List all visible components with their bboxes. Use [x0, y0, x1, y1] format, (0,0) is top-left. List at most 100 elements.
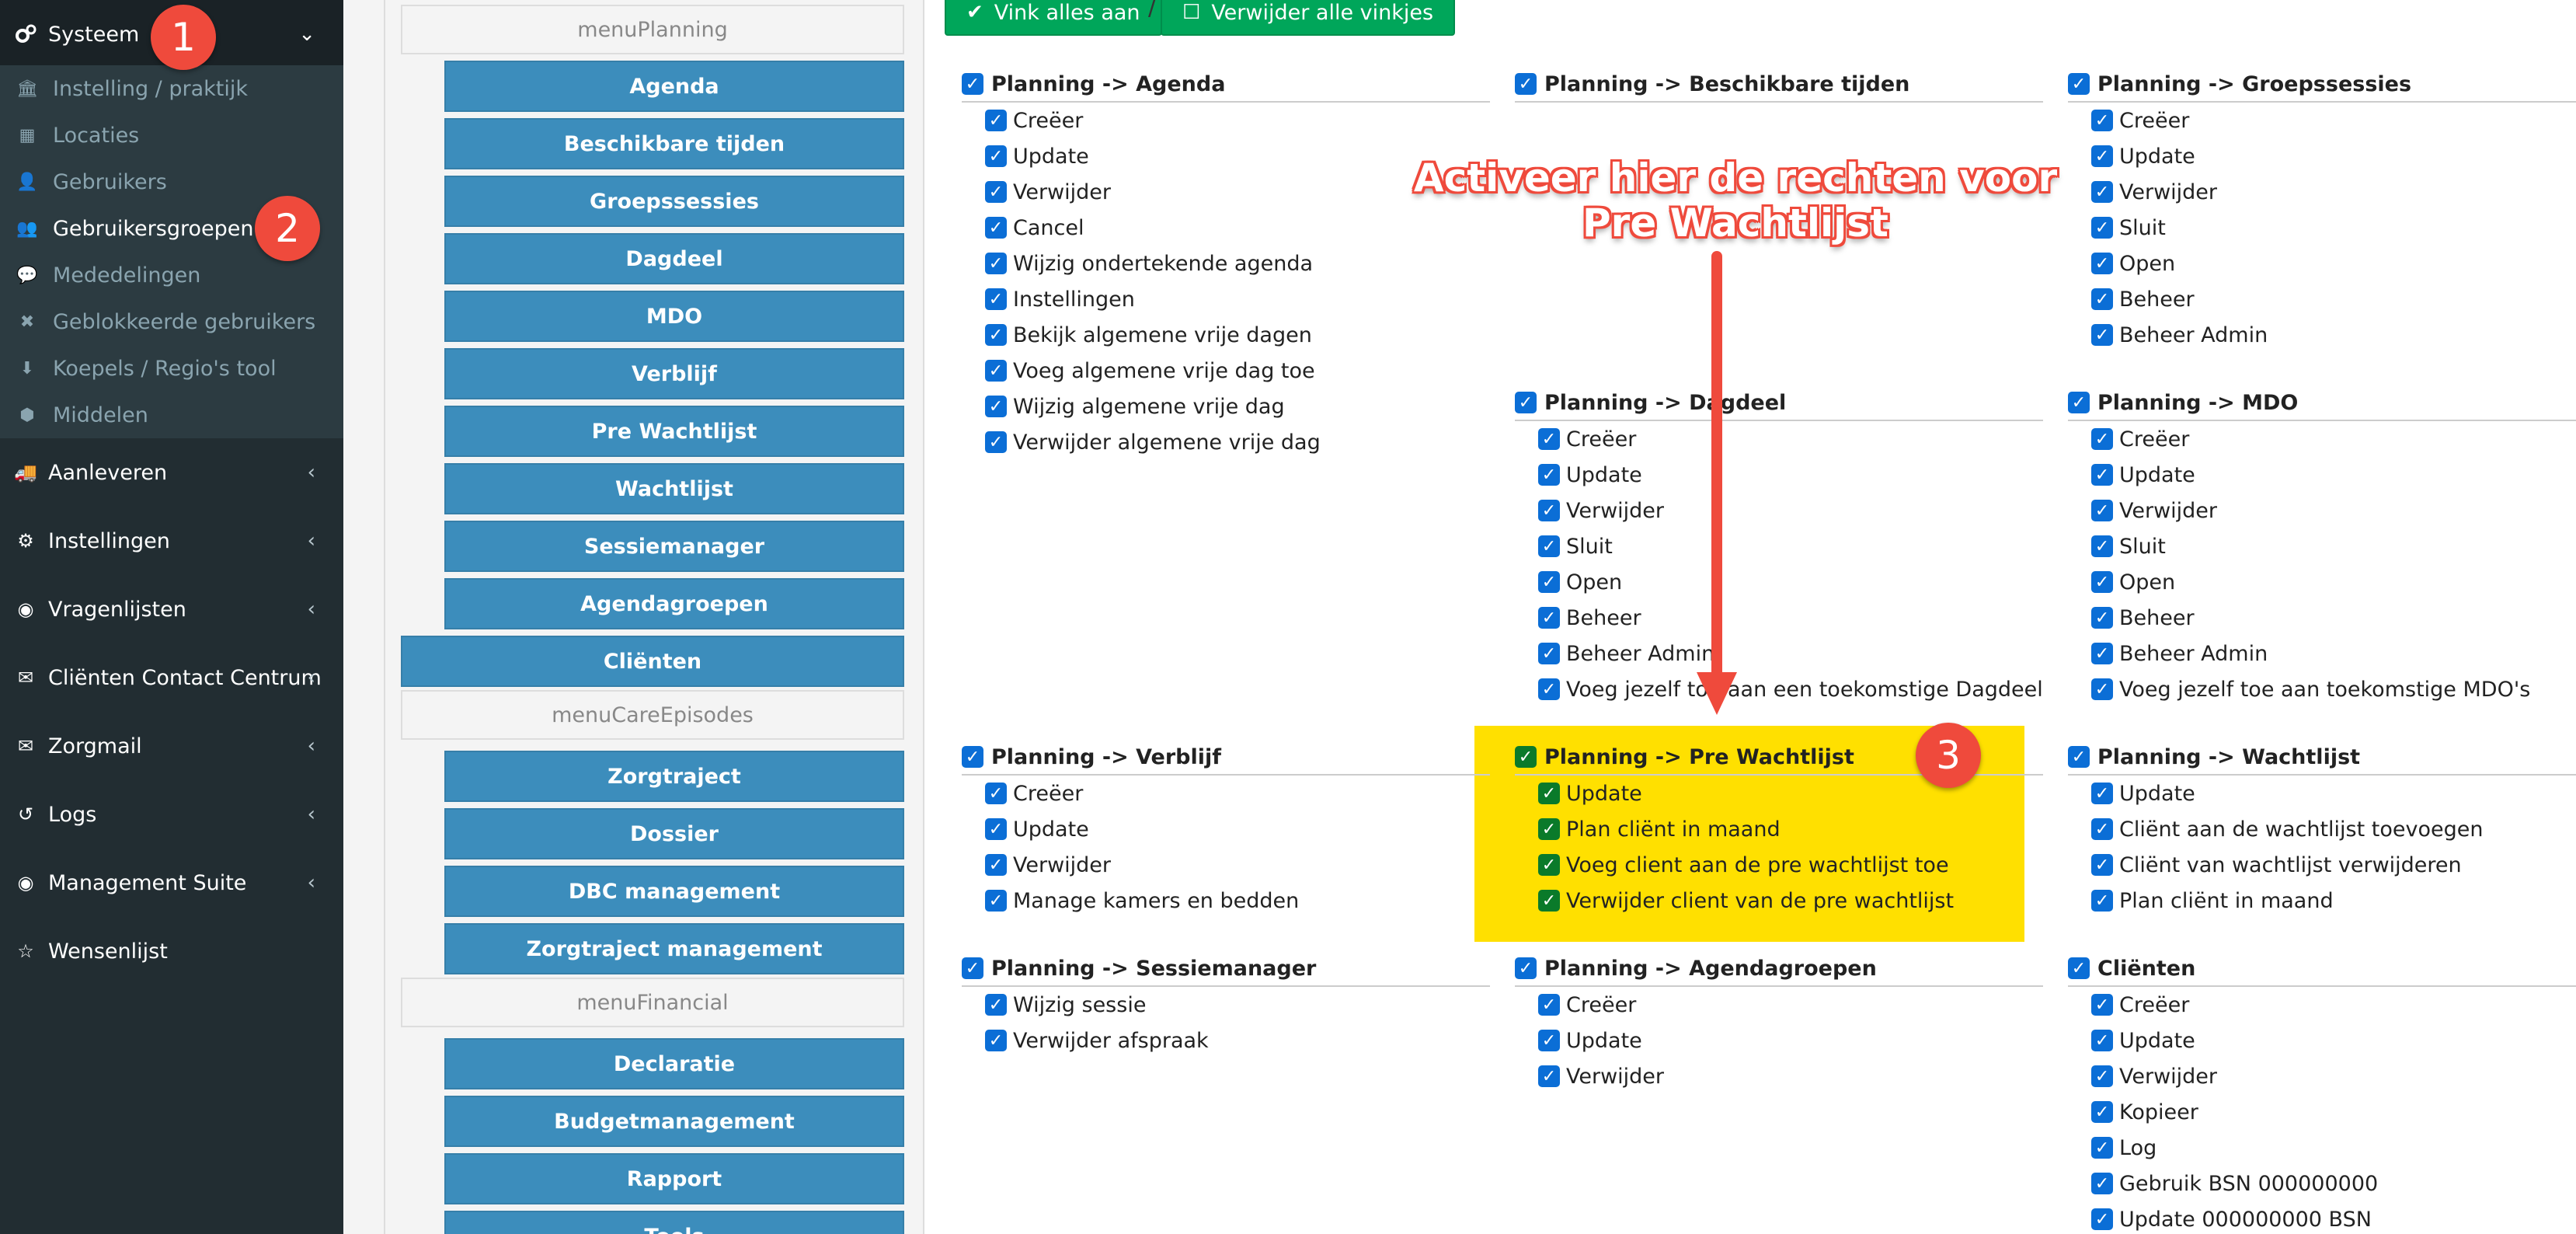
checkbox-checked[interactable]: ✓ [985, 994, 1007, 1016]
check-all-button[interactable]: ✔ Vink alles aan [945, 0, 1162, 36]
permission-item[interactable]: ✓ Plan cliënt in maand [1538, 811, 2043, 847]
checkbox-checked[interactable]: ✓ [985, 360, 1007, 382]
checkbox-checked[interactable]: ✓ [2091, 643, 2113, 664]
permission-item[interactable]: ✓ Creëer [2091, 987, 2576, 1023]
menu-button[interactable]: Zorgtraject management [444, 923, 904, 974]
checkbox-checked[interactable]: ✓ [1515, 73, 1537, 95]
checkbox-checked[interactable]: ✓ [1515, 392, 1537, 413]
checkbox-checked[interactable]: ✓ [962, 957, 983, 979]
permission-item[interactable]: ✓ Beheer [1538, 600, 2043, 636]
sidebar-item-0[interactable]: 🚚 Aanleveren ‹ [0, 438, 343, 507]
checkbox-checked[interactable]: ✓ [2091, 678, 2113, 700]
permission-item[interactable]: ✓ Update [1538, 1023, 2043, 1058]
checkbox-checked[interactable]: ✓ [2091, 890, 2113, 912]
checkbox-checked[interactable]: ✓ [2068, 392, 2090, 413]
permission-item[interactable]: ✓ Update 000000000 BSN [2091, 1201, 2576, 1234]
permission-item[interactable]: ✓ Wijzig algemene vrije dag [985, 389, 1490, 424]
permission-item[interactable]: ✓ Log [2091, 1130, 2576, 1166]
sidebar-subitem-6[interactable]: ⬇ Koepels / Regio's tool [0, 345, 343, 392]
checkbox-checked[interactable]: ✓ [1538, 994, 1560, 1016]
sidebar-item-1[interactable]: ⚙ Instellingen ‹ [0, 507, 343, 575]
permission-item[interactable]: ✓ Creëer [2091, 421, 2576, 457]
permission-item[interactable]: ✓ Verwijder [985, 847, 1490, 883]
checkbox-checked[interactable]: ✓ [1538, 535, 1560, 557]
permission-group-header[interactable]: ✓ Planning -> Agenda [962, 67, 1490, 103]
checkbox-checked[interactable]: ✓ [962, 73, 983, 95]
sidebar-item-4[interactable]: ✉ Zorgmail ‹ [0, 712, 343, 780]
permission-item[interactable]: ✓ Kopieer [2091, 1094, 2576, 1130]
permission-group-header[interactable]: ✓ Planning -> Agendagroepen [1515, 951, 2043, 987]
checkbox-checked[interactable]: ✓ [985, 890, 1007, 912]
checkbox-checked[interactable]: ✓ [2068, 957, 2090, 979]
permission-item[interactable]: ✓ Instellingen [985, 281, 1490, 317]
permission-item[interactable]: ✓ Beheer Admin [1538, 636, 2043, 671]
permission-item[interactable]: ✓ Beheer Admin [2091, 636, 2576, 671]
permission-item[interactable]: ✓ Creëer [985, 103, 1490, 138]
checkbox-checked[interactable]: ✓ [2091, 217, 2113, 239]
permission-item[interactable]: ✓ Voeg jezelf toe aan toekomstige MDO's [2091, 671, 2576, 707]
checkbox-checked[interactable]: ✓ [985, 818, 1007, 840]
permission-item[interactable]: ✓ Voeg algemene vrije dag toe [985, 353, 1490, 389]
checkbox-checked[interactable]: ✓ [2091, 500, 2113, 521]
permission-group-header[interactable]: ✓ Planning -> Dagdeel [1515, 385, 2043, 421]
checkbox-checked[interactable]: ✓ [1538, 607, 1560, 629]
checkbox-checked[interactable]: ✓ [985, 288, 1007, 310]
permission-item[interactable]: ✓ Open [2091, 564, 2576, 600]
sidebar-item-2[interactable]: ◉ Vragenlijsten ‹ [0, 575, 343, 643]
checkbox-checked[interactable]: ✓ [2091, 428, 2113, 450]
menu-button[interactable]: MDO [444, 291, 904, 342]
permission-item[interactable]: ✓ Verwijder afspraak [985, 1023, 1490, 1058]
permission-item[interactable]: ✓ Sluit [1538, 528, 2043, 564]
menu-button[interactable]: Agendagroepen [444, 578, 904, 629]
sidebar-item-7[interactable]: ☆ Wensenlijst [0, 917, 343, 985]
checkbox-checked[interactable]: ✓ [985, 181, 1007, 203]
permission-item[interactable]: ✓ Beheer Admin [2091, 317, 2576, 353]
checkbox-checked[interactable]: ✓ [2091, 535, 2113, 557]
menu-button[interactable]: Dossier [444, 808, 904, 859]
checkbox-checked[interactable]: ✓ [2091, 818, 2113, 840]
permission-item[interactable]: ✓ Update [2091, 138, 2576, 174]
checkbox-checked[interactable]: ✓ [1538, 890, 1560, 912]
permission-item[interactable]: ✓ Sluit [2091, 528, 2576, 564]
checkbox-checked[interactable]: ✓ [2091, 464, 2113, 486]
checkbox-checked[interactable]: ✓ [985, 253, 1007, 274]
checkbox-checked[interactable]: ✓ [1538, 500, 1560, 521]
permission-item[interactable]: ✓ Update [985, 811, 1490, 847]
permission-item[interactable]: ✓ Voeg client aan de pre wachtlijst toe [1538, 847, 2043, 883]
menu-button[interactable]: Budgetmanagement [444, 1096, 904, 1147]
permission-item[interactable]: ✓ Manage kamers en bedden [985, 883, 1490, 919]
checkbox-checked[interactable]: ✓ [985, 431, 1007, 453]
checkbox-checked[interactable]: ✓ [2091, 1208, 2113, 1230]
checkbox-checked[interactable]: ✓ [1538, 854, 1560, 876]
menu-button[interactable]: Groepssessies [444, 176, 904, 227]
checkbox-checked[interactable]: ✓ [1538, 678, 1560, 700]
checkbox-checked[interactable]: ✓ [985, 145, 1007, 167]
checkbox-checked[interactable]: ✓ [2091, 1101, 2113, 1123]
checkbox-checked[interactable]: ✓ [985, 324, 1007, 346]
menu-button[interactable]: Sessiemanager [444, 521, 904, 572]
checkbox-checked[interactable]: ✓ [2091, 110, 2113, 131]
checkbox-checked[interactable]: ✓ [2091, 253, 2113, 274]
permission-item[interactable]: ✓ Voeg jezelf toe aan een toekomstige Dag… [1538, 671, 2043, 707]
menu-button[interactable]: Declaratie [444, 1038, 904, 1089]
permission-item[interactable]: ✓ Cliënt aan de wachtlijst toevoegen [2091, 811, 2576, 847]
permission-item[interactable]: ✓ Update [2091, 457, 2576, 493]
menu-button[interactable]: DBC management [444, 866, 904, 917]
permission-group-header[interactable]: ✓ Planning -> Sessiemanager [962, 951, 1490, 987]
permission-item[interactable]: ✓ Beheer [2091, 281, 2576, 317]
checkbox-checked[interactable]: ✓ [1515, 746, 1537, 768]
permission-item[interactable]: ✓ Creëer [1538, 987, 2043, 1023]
checkbox-checked[interactable]: ✓ [985, 110, 1007, 131]
checkbox-checked[interactable]: ✓ [2068, 746, 2090, 768]
checkbox-checked[interactable]: ✓ [2091, 1137, 2113, 1159]
sidebar-item-5[interactable]: ↺ Logs ‹ [0, 780, 343, 849]
permission-item[interactable]: ✓ Plan cliënt in maand [2091, 883, 2576, 919]
permission-item[interactable]: ✓ Sluit [2091, 210, 2576, 246]
permission-item[interactable]: ✓ Verwijder [2091, 493, 2576, 528]
permission-group-header[interactable]: ✓ Planning -> MDO [2068, 385, 2576, 421]
checkbox-checked[interactable]: ✓ [1538, 428, 1560, 450]
sidebar-subitem-7[interactable]: ⬢ Middelen [0, 392, 343, 438]
menu-button[interactable]: Tools [444, 1211, 904, 1234]
permission-item[interactable]: ✓ Wijzig sessie [985, 987, 1490, 1023]
permission-item[interactable]: ✓ Update [1538, 457, 2043, 493]
